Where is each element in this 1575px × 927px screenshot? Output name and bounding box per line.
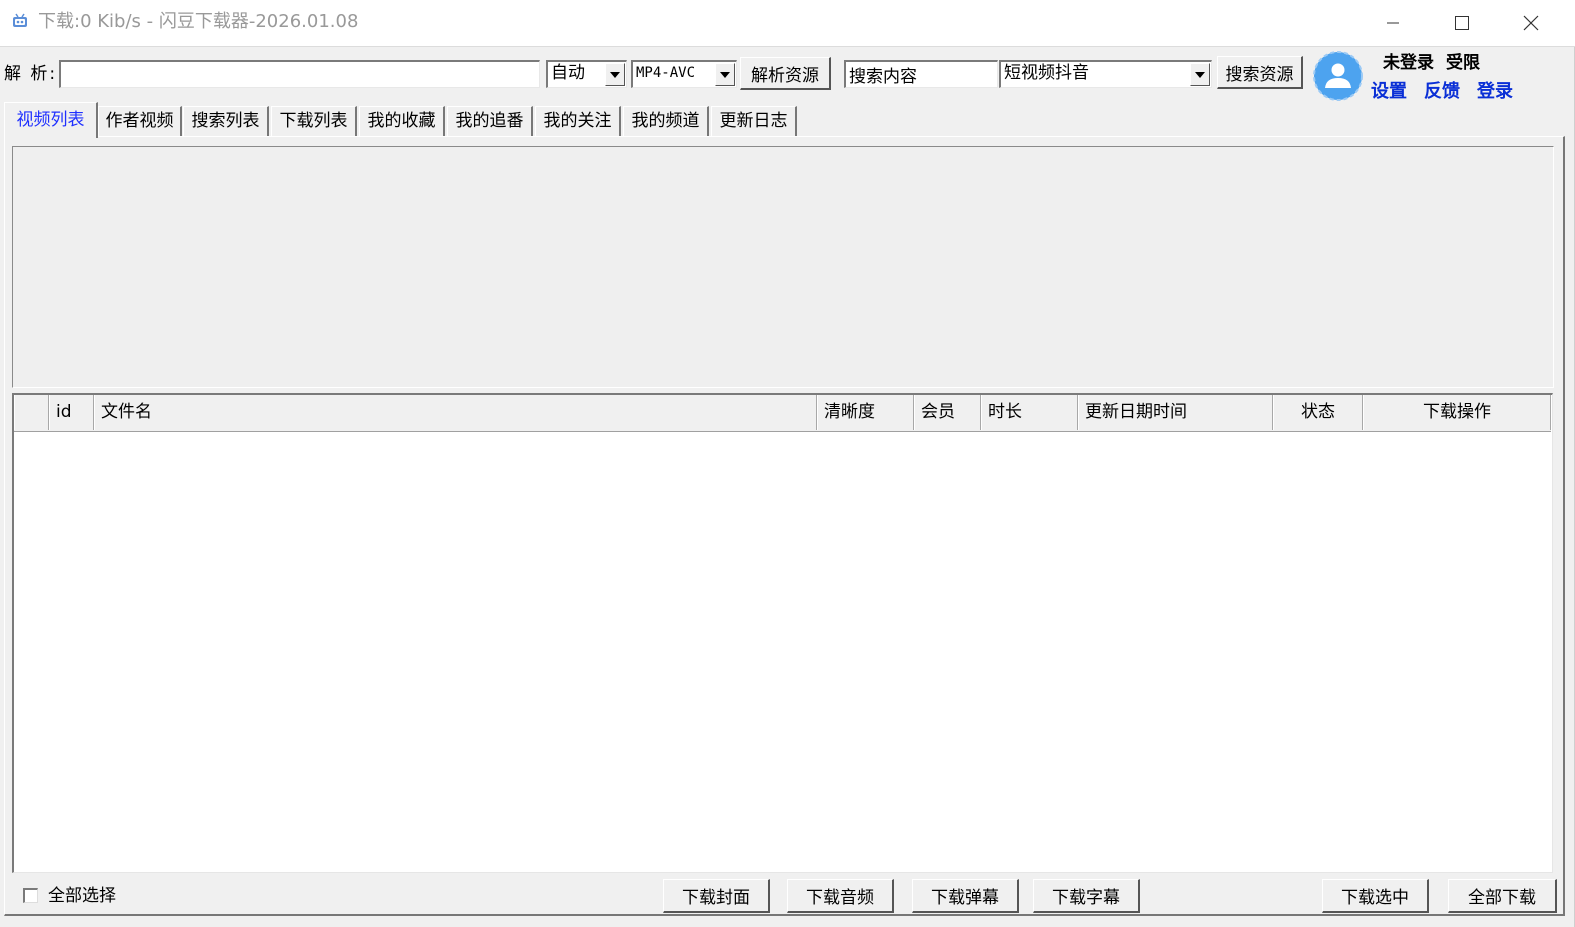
chevron-down-icon[interactable] [605, 63, 625, 86]
column-header-id[interactable]: id [49, 395, 94, 430]
login-link[interactable]: 登录 [1477, 80, 1513, 104]
table-header: id 文件名 清晰度 会员 时长 更新日期时间 状态 下载操作 [14, 395, 1551, 432]
column-header-download-action[interactable]: 下载操作 [1363, 395, 1551, 430]
parse-resource-button[interactable]: 解析资源 [740, 57, 831, 90]
mode-select[interactable]: 自动 [546, 60, 627, 88]
tab-my-channels[interactable]: 我的频道 [623, 106, 709, 136]
avatar-icon[interactable] [1313, 51, 1363, 101]
close-icon [1523, 15, 1539, 31]
tab-author-videos[interactable]: 作者视频 [98, 106, 182, 136]
video-list-table[interactable]: id 文件名 清晰度 会员 时长 更新日期时间 状态 下载操作 [12, 393, 1553, 873]
close-button[interactable] [1497, 0, 1565, 46]
column-header-filename[interactable]: 文件名 [94, 395, 817, 430]
user-status: 未登录 受限 [1383, 50, 1492, 76]
tab-video-list[interactable]: 视频列表 [4, 102, 98, 138]
preview-area [12, 146, 1554, 388]
tab-update-log[interactable]: 更新日志 [711, 106, 797, 136]
column-header-status[interactable]: 状态 [1273, 395, 1363, 430]
chevron-down-icon[interactable] [715, 63, 735, 86]
minimize-icon [1387, 22, 1399, 24]
title-bar[interactable]: 下载:0 Kib/s - 闪豆下载器-2026.01.08 [0, 0, 1575, 47]
column-header-select[interactable] [14, 395, 49, 430]
search-resource-button[interactable]: 搜索资源 [1217, 56, 1303, 89]
download-audio-button[interactable]: 下载音频 [787, 879, 894, 913]
download-all-button[interactable]: 全部下载 [1448, 879, 1557, 913]
search-input[interactable] [846, 62, 997, 87]
format-select[interactable]: MP4-AVC [631, 60, 737, 88]
platform-select-value: 短视频抖音 [1004, 63, 1089, 83]
download-danmaku-button[interactable]: 下载弹幕 [912, 879, 1019, 913]
select-all-label[interactable]: 全部选择 [48, 884, 116, 908]
app-icon [13, 13, 27, 27]
platform-select[interactable]: 短视频抖音 [999, 60, 1212, 88]
app-window: 下载:0 Kib/s - 闪豆下载器-2026.01.08 解 析: 自动 MP… [0, 0, 1575, 927]
minimize-button[interactable] [1359, 0, 1427, 46]
login-status: 未登录 [1383, 53, 1434, 73]
mode-select-value: 自动 [551, 63, 585, 83]
maximize-icon [1455, 16, 1469, 30]
download-selected-button[interactable]: 下载选中 [1322, 879, 1429, 913]
column-header-duration[interactable]: 时长 [981, 395, 1078, 430]
tab-my-favorites[interactable]: 我的收藏 [359, 106, 445, 136]
search-input-box[interactable] [844, 60, 998, 88]
parse-url-input[interactable] [61, 62, 539, 87]
column-header-quality[interactable]: 清晰度 [817, 395, 914, 430]
maximize-button[interactable] [1428, 0, 1496, 46]
tab-download-list[interactable]: 下载列表 [271, 106, 357, 136]
select-all-checkbox[interactable] [23, 888, 38, 903]
column-header-member[interactable]: 会员 [914, 395, 981, 430]
feedback-link[interactable]: 反馈 [1424, 80, 1460, 104]
window-title: 下载:0 Kib/s - 闪豆下载器-2026.01.08 [38, 11, 359, 32]
download-cover-button[interactable]: 下载封面 [663, 879, 770, 913]
download-subtitle-button[interactable]: 下载字幕 [1033, 879, 1140, 913]
tab-my-following[interactable]: 我的关注 [535, 106, 621, 136]
parse-url-input-box[interactable] [59, 60, 540, 88]
format-select-value: MP4-AVC [636, 65, 696, 81]
column-header-updated-at[interactable]: 更新日期时间 [1078, 395, 1273, 430]
limit-status: 受限 [1446, 53, 1480, 73]
tab-my-followed-series[interactable]: 我的追番 [447, 106, 533, 136]
chevron-down-icon[interactable] [1190, 63, 1210, 86]
parse-label: 解 析: [4, 64, 58, 84]
settings-link[interactable]: 设置 [1371, 80, 1407, 104]
tab-search-list[interactable]: 搜索列表 [183, 106, 269, 136]
